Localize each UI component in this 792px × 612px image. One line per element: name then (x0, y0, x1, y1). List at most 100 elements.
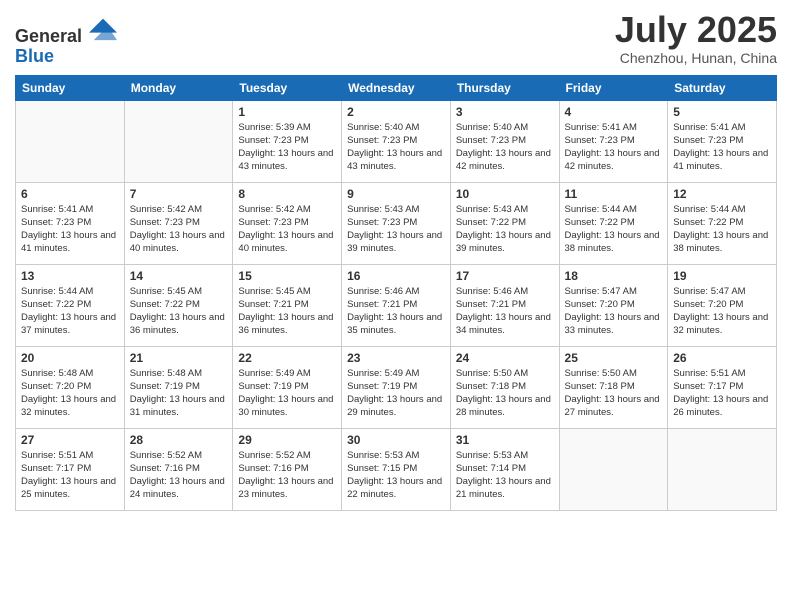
calendar-cell: 19 Sunrise: 5:47 AMSunset: 7:20 PMDayligh… (668, 264, 777, 346)
calendar-cell: 11 Sunrise: 5:44 AMSunset: 7:22 PMDayligh… (559, 182, 668, 264)
calendar-cell: 28 Sunrise: 5:52 AMSunset: 7:16 PMDayligh… (124, 428, 233, 510)
title-area: July 2025 Chenzhou, Hunan, China (615, 10, 777, 66)
day-info: Sunrise: 5:44 AMSunset: 7:22 PMDaylight:… (21, 285, 119, 338)
logo-blue: Blue (15, 46, 54, 66)
calendar: SundayMondayTuesdayWednesdayThursdayFrid… (15, 75, 777, 511)
day-info: Sunrise: 5:45 AMSunset: 7:22 PMDaylight:… (130, 285, 228, 338)
day-info: Sunrise: 5:46 AMSunset: 7:21 PMDaylight:… (456, 285, 554, 338)
calendar-cell: 15 Sunrise: 5:45 AMSunset: 7:21 PMDayligh… (233, 264, 342, 346)
day-number: 12 (673, 187, 771, 201)
day-info: Sunrise: 5:42 AMSunset: 7:23 PMDaylight:… (130, 203, 228, 256)
day-info: Sunrise: 5:50 AMSunset: 7:18 PMDaylight:… (565, 367, 663, 420)
day-info: Sunrise: 5:42 AMSunset: 7:23 PMDaylight:… (238, 203, 336, 256)
day-info: Sunrise: 5:41 AMSunset: 7:23 PMDaylight:… (565, 121, 663, 174)
day-number: 31 (456, 433, 554, 447)
day-number: 26 (673, 351, 771, 365)
day-info: Sunrise: 5:52 AMSunset: 7:16 PMDaylight:… (238, 449, 336, 502)
logo: General Blue (15, 14, 117, 67)
calendar-dow-sunday: Sunday (16, 75, 125, 100)
calendar-cell: 25Sunrise: 5:50 AMSunset: 7:18 PMDayligh… (559, 346, 668, 428)
calendar-cell: 16 Sunrise: 5:46 AMSunset: 7:21 PMDayligh… (342, 264, 451, 346)
month-title: July 2025 (615, 10, 777, 50)
day-info: Sunrise: 5:48 AMSunset: 7:20 PMDaylight:… (21, 367, 119, 420)
day-info: Sunrise: 5:45 AMSunset: 7:21 PMDaylight:… (238, 285, 336, 338)
day-number: 30 (347, 433, 445, 447)
calendar-cell (559, 428, 668, 510)
day-number: 6 (21, 187, 119, 201)
day-info: Sunrise: 5:49 AMSunset: 7:19 PMDaylight:… (238, 367, 336, 420)
day-info: Sunrise: 5:51 AMSunset: 7:17 PMDaylight:… (21, 449, 119, 502)
day-info: Sunrise: 5:41 AMSunset: 7:23 PMDaylight:… (673, 121, 771, 174)
calendar-header-row: SundayMondayTuesdayWednesdayThursdayFrid… (16, 75, 777, 100)
calendar-week-row: 27 Sunrise: 5:51 AMSunset: 7:17 PMDayligh… (16, 428, 777, 510)
calendar-week-row: 20Sunrise: 5:48 AMSunset: 7:20 PMDayligh… (16, 346, 777, 428)
day-number: 8 (238, 187, 336, 201)
day-number: 29 (238, 433, 336, 447)
calendar-cell (668, 428, 777, 510)
calendar-dow-wednesday: Wednesday (342, 75, 451, 100)
calendar-cell: 9Sunrise: 5:43 AMSunset: 7:23 PMDaylight… (342, 182, 451, 264)
day-number: 21 (130, 351, 228, 365)
day-info: Sunrise: 5:53 AMSunset: 7:14 PMDaylight:… (456, 449, 554, 502)
calendar-dow-friday: Friday (559, 75, 668, 100)
calendar-cell: 2 Sunrise: 5:40 AMSunset: 7:23 PMDaylight… (342, 100, 451, 182)
calendar-dow-monday: Monday (124, 75, 233, 100)
calendar-dow-saturday: Saturday (668, 75, 777, 100)
calendar-cell: 5 Sunrise: 5:41 AMSunset: 7:23 PMDaylight… (668, 100, 777, 182)
calendar-cell: 20Sunrise: 5:48 AMSunset: 7:20 PMDayligh… (16, 346, 125, 428)
day-number: 28 (130, 433, 228, 447)
calendar-cell: 29 Sunrise: 5:52 AMSunset: 7:16 PMDayligh… (233, 428, 342, 510)
calendar-cell: 7Sunrise: 5:42 AMSunset: 7:23 PMDaylight… (124, 182, 233, 264)
calendar-cell: 10 Sunrise: 5:43 AMSunset: 7:22 PMDayligh… (450, 182, 559, 264)
day-info: Sunrise: 5:49 AMSunset: 7:19 PMDaylight:… (347, 367, 445, 420)
day-info: Sunrise: 5:46 AMSunset: 7:21 PMDaylight:… (347, 285, 445, 338)
day-info: Sunrise: 5:40 AMSunset: 7:23 PMDaylight:… (456, 121, 554, 174)
day-number: 19 (673, 269, 771, 283)
day-info: Sunrise: 5:44 AMSunset: 7:22 PMDaylight:… (565, 203, 663, 256)
calendar-dow-tuesday: Tuesday (233, 75, 342, 100)
header: General Blue July 2025 Chenzhou, Hunan, … (15, 10, 777, 67)
calendar-week-row: 1 Sunrise: 5:39 AMSunset: 7:23 PMDaylight… (16, 100, 777, 182)
logo-general: General (15, 26, 82, 46)
day-info: Sunrise: 5:50 AMSunset: 7:18 PMDaylight:… (456, 367, 554, 420)
day-number: 24 (456, 351, 554, 365)
day-number: 1 (238, 105, 336, 119)
logo-icon (89, 14, 117, 42)
day-info: Sunrise: 5:40 AMSunset: 7:23 PMDaylight:… (347, 121, 445, 174)
calendar-cell: 18Sunrise: 5:47 AMSunset: 7:20 PMDayligh… (559, 264, 668, 346)
day-info: Sunrise: 5:47 AMSunset: 7:20 PMDaylight:… (565, 285, 663, 338)
calendar-cell: 12Sunrise: 5:44 AMSunset: 7:22 PMDayligh… (668, 182, 777, 264)
day-number: 11 (565, 187, 663, 201)
calendar-week-row: 6 Sunrise: 5:41 AMSunset: 7:23 PMDaylight… (16, 182, 777, 264)
calendar-cell: 14Sunrise: 5:45 AMSunset: 7:22 PMDayligh… (124, 264, 233, 346)
day-info: Sunrise: 5:47 AMSunset: 7:20 PMDaylight:… (673, 285, 771, 338)
day-number: 16 (347, 269, 445, 283)
day-number: 2 (347, 105, 445, 119)
day-number: 15 (238, 269, 336, 283)
day-number: 10 (456, 187, 554, 201)
day-info: Sunrise: 5:52 AMSunset: 7:16 PMDaylight:… (130, 449, 228, 502)
day-info: Sunrise: 5:43 AMSunset: 7:22 PMDaylight:… (456, 203, 554, 256)
day-number: 23 (347, 351, 445, 365)
calendar-cell: 22Sunrise: 5:49 AMSunset: 7:19 PMDayligh… (233, 346, 342, 428)
day-info: Sunrise: 5:48 AMSunset: 7:19 PMDaylight:… (130, 367, 228, 420)
calendar-week-row: 13 Sunrise: 5:44 AMSunset: 7:22 PMDayligh… (16, 264, 777, 346)
day-info: Sunrise: 5:43 AMSunset: 7:23 PMDaylight:… (347, 203, 445, 256)
day-number: 5 (673, 105, 771, 119)
calendar-cell: 27 Sunrise: 5:51 AMSunset: 7:17 PMDayligh… (16, 428, 125, 510)
calendar-cell: 8 Sunrise: 5:42 AMSunset: 7:23 PMDaylight… (233, 182, 342, 264)
calendar-cell: 3Sunrise: 5:40 AMSunset: 7:23 PMDaylight… (450, 100, 559, 182)
calendar-cell: 6 Sunrise: 5:41 AMSunset: 7:23 PMDaylight… (16, 182, 125, 264)
calendar-dow-thursday: Thursday (450, 75, 559, 100)
calendar-cell: 17 Sunrise: 5:46 AMSunset: 7:21 PMDayligh… (450, 264, 559, 346)
calendar-cell: 24 Sunrise: 5:50 AMSunset: 7:18 PMDayligh… (450, 346, 559, 428)
calendar-cell: 1 Sunrise: 5:39 AMSunset: 7:23 PMDaylight… (233, 100, 342, 182)
day-number: 13 (21, 269, 119, 283)
day-number: 27 (21, 433, 119, 447)
calendar-cell: 30Sunrise: 5:53 AMSunset: 7:15 PMDayligh… (342, 428, 451, 510)
day-info: Sunrise: 5:39 AMSunset: 7:23 PMDaylight:… (238, 121, 336, 174)
calendar-cell: 4 Sunrise: 5:41 AMSunset: 7:23 PMDaylight… (559, 100, 668, 182)
day-number: 4 (565, 105, 663, 119)
day-info: Sunrise: 5:41 AMSunset: 7:23 PMDaylight:… (21, 203, 119, 256)
day-number: 17 (456, 269, 554, 283)
